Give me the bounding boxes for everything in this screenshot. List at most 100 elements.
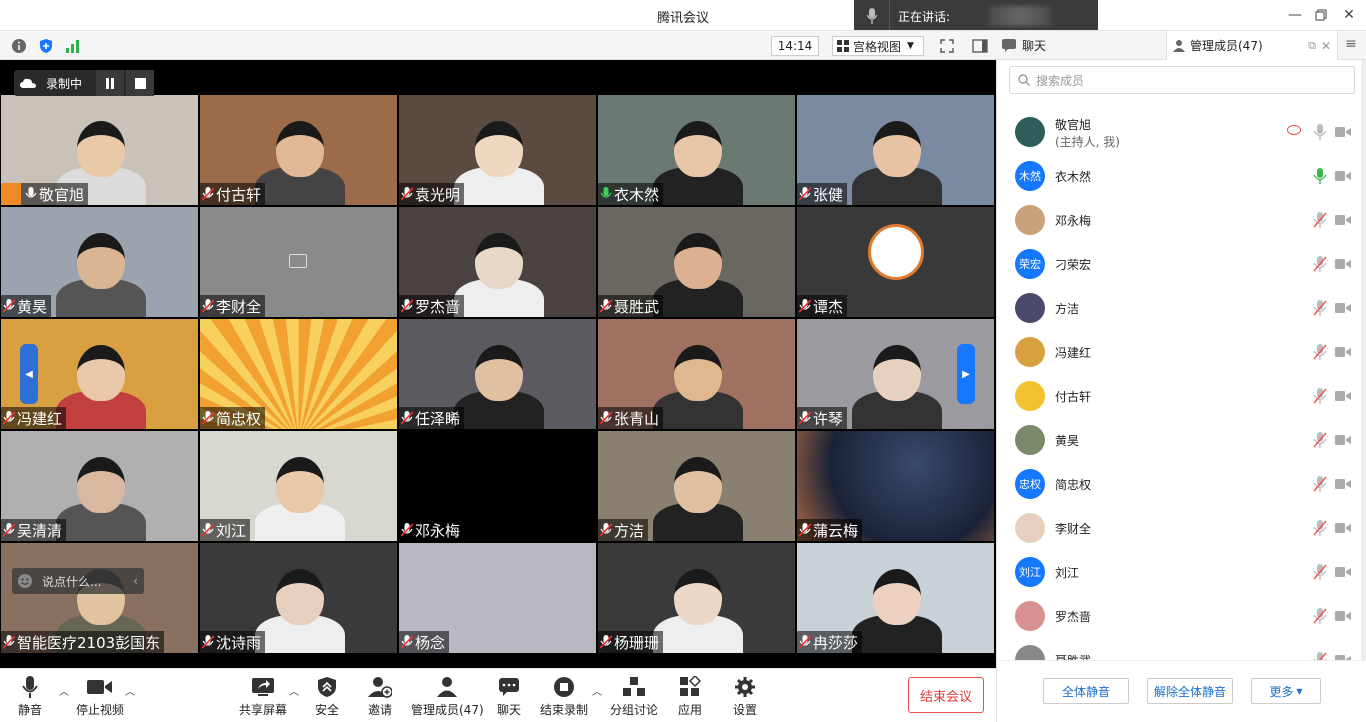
chevron-left-icon[interactable]: ‹ — [133, 574, 138, 588]
member-row[interactable]: 李财全 — [997, 506, 1357, 550]
info-icon[interactable] — [10, 37, 28, 55]
member-row[interactable]: 忠权 简忠权 — [997, 462, 1357, 506]
signal-icon[interactable] — [64, 37, 82, 55]
camera-icon[interactable] — [1335, 566, 1351, 578]
video-tile[interactable]: 任泽睎 — [399, 319, 596, 429]
mic-muted-icon[interactable] — [1313, 256, 1327, 272]
member-row[interactable]: 罗杰啬 — [997, 594, 1357, 638]
share-screen-button[interactable]: 共享屏幕 — [239, 673, 287, 718]
video-tile[interactable]: 袁光明 — [399, 95, 596, 205]
mic-muted-icon[interactable] — [1313, 344, 1327, 360]
tab-chat[interactable]: 聊天 — [996, 31, 1166, 60]
member-row[interactable]: 冯建红 — [997, 330, 1357, 374]
mic-active-icon[interactable] — [1313, 168, 1327, 184]
chevron-up-icon[interactable]: ︿ — [125, 683, 135, 698]
video-tile[interactable]: 衣木然 — [598, 95, 795, 205]
member-row[interactable]: 付古轩 — [997, 374, 1357, 418]
video-tile[interactable]: 方洁 — [598, 431, 795, 541]
member-row[interactable]: 聂胜武 — [997, 638, 1357, 660]
fullscreen-icon[interactable] — [938, 37, 956, 55]
video-tile[interactable]: 李财全 — [200, 207, 397, 317]
camera-icon[interactable] — [1335, 126, 1351, 138]
video-tile[interactable]: 付古轩 — [200, 95, 397, 205]
member-list-scrollbar[interactable] — [1361, 60, 1366, 660]
end-meeting-button[interactable]: 结束会议 — [908, 677, 984, 713]
end-recording-button[interactable]: 结束录制 — [540, 673, 588, 718]
camera-icon[interactable] — [1335, 478, 1351, 490]
mic-muted-icon[interactable] — [1313, 432, 1327, 448]
camera-icon[interactable] — [1335, 610, 1351, 622]
camera-icon[interactable] — [1335, 434, 1351, 446]
camera-icon[interactable] — [1335, 214, 1351, 226]
mic-muted-icon[interactable] — [1313, 608, 1327, 624]
mic-muted-icon[interactable] — [1313, 476, 1327, 492]
video-tile[interactable]: 刘江 — [200, 431, 397, 541]
mic-muted-icon[interactable] — [1313, 652, 1327, 660]
video-tile[interactable]: 邓永梅 — [399, 431, 596, 541]
video-tile[interactable]: 张健 — [797, 95, 994, 205]
more-button[interactable]: 更多 ▼ — [1251, 678, 1321, 704]
video-tile[interactable]: 吴清清 — [1, 431, 198, 541]
member-row[interactable]: 荣宏 刁荣宏 — [997, 242, 1357, 286]
mic-muted-icon[interactable] — [1313, 300, 1327, 316]
mic-muted-icon[interactable] — [1313, 388, 1327, 404]
chat-input-hint[interactable]: 说点什么... ‹ — [12, 568, 144, 594]
video-tile[interactable]: 简忠权 — [200, 319, 397, 429]
mic-muted-icon[interactable] — [1313, 520, 1327, 536]
chat-button[interactable]: 聊天 — [497, 673, 521, 718]
video-tile[interactable]: 杨珊珊 — [598, 543, 795, 653]
member-row[interactable]: 刘江 刘江 — [997, 550, 1357, 594]
close-icon[interactable]: ✕ — [1321, 39, 1331, 53]
chevron-up-icon[interactable]: ︿ — [59, 683, 69, 698]
mic-muted-icon[interactable] — [1313, 564, 1327, 580]
prev-page-button[interactable]: ◀ — [20, 344, 38, 404]
video-tile[interactable]: 杨念 — [399, 543, 596, 653]
restore-icon[interactable] — [1310, 4, 1332, 26]
mic-icon[interactable] — [1313, 124, 1327, 140]
camera-icon[interactable] — [1335, 346, 1351, 358]
invite-button[interactable]: 邀请 — [368, 673, 392, 718]
video-tile[interactable]: 沈诗雨 — [200, 543, 397, 653]
menu-icon[interactable]: ≡ — [1342, 36, 1360, 54]
mute-button[interactable]: 静音 — [18, 673, 42, 718]
video-tile[interactable]: 黄昊 — [1, 207, 198, 317]
close-icon[interactable]: ✕ — [1338, 4, 1360, 26]
next-page-button[interactable]: ▶ — [957, 344, 975, 404]
member-row[interactable]: 黄昊 — [997, 418, 1357, 462]
stop-recording-button[interactable] — [126, 70, 154, 96]
video-tile[interactable]: 聂胜武 — [598, 207, 795, 317]
search-members[interactable]: 搜索成员 — [1009, 66, 1355, 94]
video-tile[interactable]: 蒲云梅 — [797, 431, 994, 541]
popout-icon[interactable]: ⧉ — [1308, 39, 1316, 53]
member-row[interactable]: 木然 衣木然 — [997, 154, 1357, 198]
camera-icon[interactable] — [1335, 258, 1351, 270]
video-tile[interactable]: 张青山 — [598, 319, 795, 429]
video-tile[interactable]: 冉莎莎 — [797, 543, 994, 653]
member-row[interactable]: 邓永梅 — [997, 198, 1357, 242]
shield-icon[interactable] — [37, 37, 55, 55]
unmute-all-button[interactable]: 解除全体静音 — [1147, 678, 1233, 704]
camera-icon[interactable] — [1335, 170, 1351, 182]
tab-members[interactable]: 管理成员(47) ⧉ ✕ — [1166, 31, 1338, 60]
mute-all-button[interactable]: 全体静音 — [1043, 678, 1129, 704]
member-row[interactable]: 敬官旭 (主持人, 我) — [997, 110, 1357, 154]
video-tile[interactable]: 谭杰 — [797, 207, 994, 317]
video-tile[interactable]: 敬官旭 — [1, 95, 198, 205]
settings-button[interactable]: 设置 — [733, 673, 757, 718]
view-mode-select[interactable]: 宫格视图 ▼ — [832, 36, 924, 56]
mic-muted-icon[interactable] — [1313, 212, 1327, 228]
camera-icon[interactable] — [1335, 302, 1351, 314]
minimize-icon[interactable]: — — [1284, 4, 1306, 26]
emoji-icon[interactable] — [12, 568, 38, 594]
video-tile[interactable]: 罗杰啬 — [399, 207, 596, 317]
member-row[interactable]: 方洁 — [997, 286, 1357, 330]
chevron-up-icon[interactable]: ︿ — [592, 683, 602, 698]
camera-icon[interactable] — [1335, 390, 1351, 402]
pause-recording-button[interactable] — [96, 70, 124, 96]
stop-video-button[interactable]: 停止视频 — [76, 673, 124, 718]
security-button[interactable]: 安全 — [315, 673, 339, 718]
chevron-up-icon[interactable]: ︿ — [289, 683, 299, 698]
sidebar-toggle-icon[interactable] — [971, 37, 989, 55]
apps-button[interactable]: 应用 — [678, 673, 702, 718]
manage-members-button[interactable]: 管理成员(47) — [411, 673, 484, 718]
